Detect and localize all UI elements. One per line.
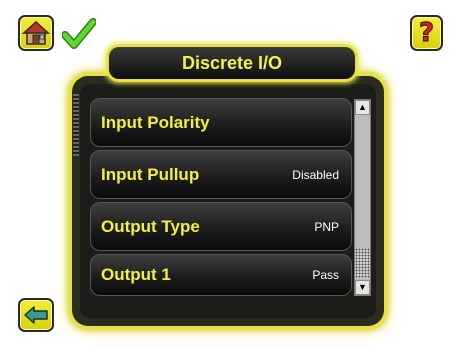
- checkmark-icon: [62, 18, 96, 49]
- back-button[interactable]: [18, 298, 54, 332]
- menu-item-input-polarity[interactable]: Input Polarity: [90, 98, 352, 147]
- menu-item-value: Pass: [312, 268, 339, 282]
- back-arrow-icon: [24, 306, 48, 324]
- menu-item-label: Output 1: [101, 265, 171, 284]
- menu-item-input-pullup[interactable]: Input Pullup Disabled: [90, 150, 352, 199]
- menu-item-value: PNP: [314, 219, 339, 234]
- help-button[interactable]: ?: [410, 15, 443, 51]
- menu-item-value: Disabled: [292, 167, 339, 182]
- scroll-up-arrow-icon: ▲: [358, 102, 367, 112]
- scrollbar[interactable]: ▲ ▼: [354, 99, 371, 296]
- menu-item-label: Input Polarity: [101, 112, 210, 132]
- scrollbar-thumb[interactable]: [355, 248, 370, 278]
- scroll-up-button[interactable]: ▲: [355, 100, 370, 115]
- scroll-down-button[interactable]: ▼: [355, 280, 370, 295]
- menu-item-output-1[interactable]: Output 1 Pass: [90, 254, 352, 296]
- menu-item-label: Input Pullup: [101, 164, 200, 184]
- home-icon: [22, 20, 50, 45]
- page-title-text: Discrete I/O: [181, 52, 283, 73]
- menu-item-output-type[interactable]: Output Type PNP: [90, 202, 352, 251]
- panel-edge-grip: [73, 92, 79, 156]
- home-button[interactable]: [18, 15, 54, 51]
- scroll-down-arrow-icon: ▼: [358, 282, 367, 292]
- menu-item-label: Output Type: [101, 216, 200, 236]
- question-mark-icon: ?: [418, 18, 435, 49]
- page-title: Discrete I/O: [106, 44, 358, 82]
